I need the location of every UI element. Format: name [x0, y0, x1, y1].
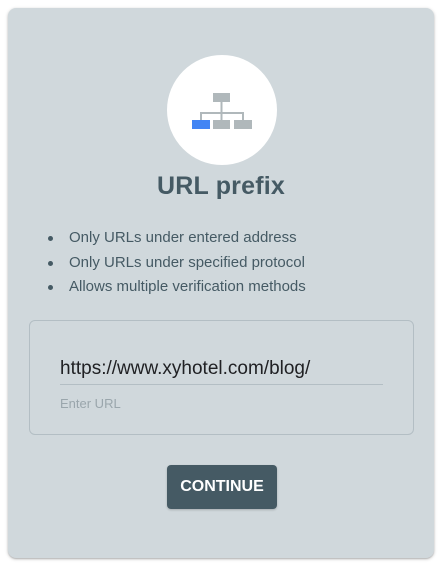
continue-button[interactable]: CONTINUE — [167, 465, 277, 509]
bullet-icon — [48, 285, 53, 290]
list-item: Allows multiple verification methods — [46, 275, 306, 300]
url-input-container: Enter URL — [29, 320, 414, 435]
feature-list: Only URLs under entered address Only URL… — [46, 226, 306, 300]
icon-badge — [167, 55, 277, 165]
list-item: Only URLs under entered address — [46, 226, 306, 251]
bullet-icon — [48, 236, 53, 241]
url-helper-text: Enter URL — [60, 396, 121, 411]
bullet-icon — [48, 260, 53, 266]
url-prefix-card[interactable]: URL prefix Only URLs under entered addre… — [8, 8, 434, 558]
url-input[interactable] — [60, 353, 383, 385]
list-item-label: Only URLs under specified protocol — [69, 253, 305, 271]
list-item-label: Allows multiple verification methods — [69, 278, 306, 295]
list-item-label: Only URLs under entered address — [69, 229, 297, 246]
card-title: URL prefix — [157, 172, 285, 200]
sitemap-icon — [192, 93, 252, 129]
list-item: Only URLs under specified protocol — [46, 251, 306, 276]
